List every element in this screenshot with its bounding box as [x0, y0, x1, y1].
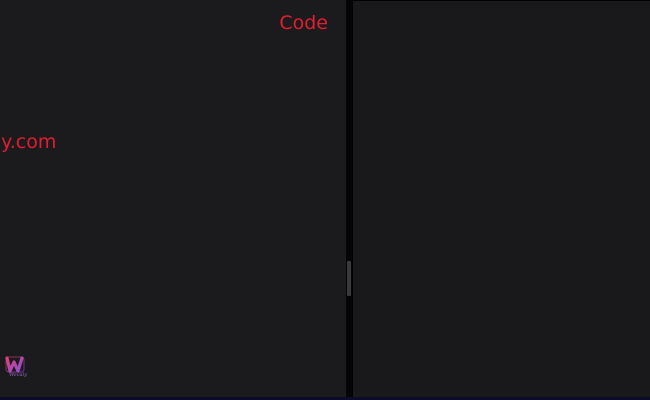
splitter-handle[interactable]	[347, 261, 351, 296]
code-editor-pane[interactable]: Code echy.com Wecaly	[0, 0, 346, 397]
code-label: Code	[279, 12, 328, 34]
logo-wordmark: Wecaly	[9, 372, 27, 378]
pane-splitter[interactable]	[346, 0, 352, 397]
preview-pane	[353, 1, 650, 397]
site-url-text: echy.com	[0, 131, 57, 153]
app-window: Code echy.com Wecaly	[0, 0, 650, 400]
brand-logo: Wecaly	[4, 356, 28, 382]
